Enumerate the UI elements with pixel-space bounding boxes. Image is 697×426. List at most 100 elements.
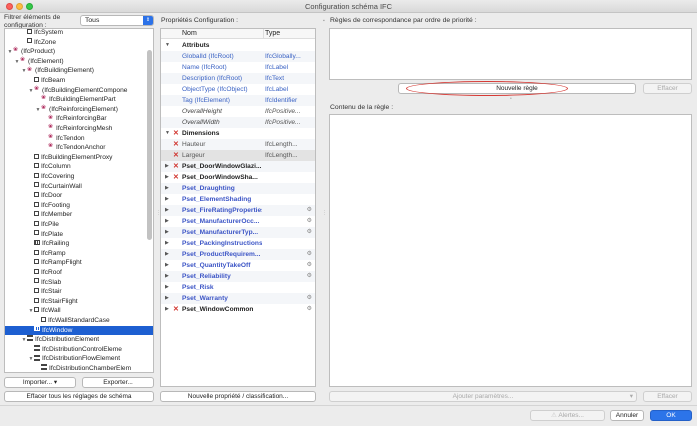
property-row[interactable]: ✕ Hauteur IfcLength... — [161, 139, 315, 150]
col-type-header[interactable]: Type — [265, 30, 280, 37]
new-property-button[interactable]: Nouvelle propriété / classification... — [160, 391, 316, 402]
tree-item[interactable]: IfcColumn — [5, 162, 71, 172]
disclosure-triangle-icon[interactable]: ▶ — [165, 249, 169, 260]
disclosure-triangle-icon[interactable]: ▼ — [165, 40, 170, 51]
property-row[interactable]: ▶ Pset_Risk — [161, 282, 315, 293]
disclosure-triangle-icon[interactable]: ▶ — [165, 238, 169, 249]
property-row[interactable]: ▶ ✕ Pset_DoorWindowSha... — [161, 172, 315, 183]
tree-item[interactable]: IfcRamp — [5, 249, 66, 259]
ok-button[interactable]: OK — [650, 410, 692, 421]
tree-item[interactable]: ❀ IfcBuildingElementPart — [5, 95, 116, 105]
property-row[interactable]: Description (IfcRoot) IfcText — [161, 73, 315, 84]
gear-icon[interactable]: ⚙ — [307, 260, 312, 271]
col-name-header[interactable]: Nom — [182, 30, 197, 37]
tree-item[interactable]: ▼❀ (IfcBuildingElement) — [5, 66, 95, 76]
properties-table[interactable]: Nom Type ▼ Attributs GlobalId (IfcRoot) Ifc… — [160, 28, 316, 387]
tree-scrollbar[interactable] — [147, 50, 152, 240]
gear-icon[interactable]: ⚙ — [307, 293, 312, 304]
add-parameters-button[interactable]: Ajouter paramètres... ▾ — [329, 391, 637, 402]
property-row[interactable]: OverallHeight IfcPositive... — [161, 106, 315, 117]
export-button[interactable]: Exporter... — [82, 377, 154, 388]
property-row[interactable]: ▶ Pset_Draughting — [161, 183, 315, 194]
tree-item[interactable]: IfcWallStandardCase — [5, 316, 110, 326]
tree-item[interactable]: IfcBeam — [5, 76, 65, 86]
tree-item[interactable]: ▼ IfcDistributionElement — [5, 335, 99, 345]
disclosure-triangle-icon[interactable]: ▶ — [165, 205, 169, 216]
tree-item[interactable]: ▼ IfcDistributionFlowElement — [5, 354, 120, 364]
gear-icon[interactable]: ⚙ — [307, 216, 312, 227]
property-row[interactable]: Name (IfcRoot) IfcLabel — [161, 62, 315, 73]
property-row[interactable]: Tag (IfcElement) IfcIdentifier — [161, 95, 315, 106]
tree-item[interactable]: ▼❀ (IfcReinforcingElement) — [5, 105, 118, 115]
tree-item[interactable]: IfcBuildingElementProxy — [5, 153, 112, 163]
tree-item[interactable]: IfcDoor — [5, 191, 62, 201]
alerts-button[interactable]: ⚠ Alertes... — [530, 410, 605, 421]
property-row[interactable]: ▶ Pset_ManufacturerTyp... ⚙ — [161, 227, 315, 238]
property-row[interactable]: ✕ Largeur IfcLength... — [161, 150, 315, 161]
tree-item[interactable]: ❀ IfcTendon — [5, 134, 85, 144]
disclosure-triangle-icon[interactable]: ▶ — [165, 216, 169, 227]
splitter-handle-icon-2[interactable]: ⋮ — [322, 210, 327, 216]
tree-item[interactable]: IfcPile — [5, 220, 59, 230]
tree-item[interactable]: IfcRampFlight — [5, 258, 82, 268]
cancel-button[interactable]: Annuler — [610, 410, 644, 421]
disclosure-triangle-icon[interactable]: ▶ — [165, 304, 169, 315]
tree-item[interactable]: IfcCurtainWall — [5, 182, 82, 192]
property-row[interactable]: ▶ ✕ Pset_DoorWindowGlazi... — [161, 161, 315, 172]
property-row[interactable]: ▶ Pset_ManufacturerOcc... ⚙ — [161, 216, 315, 227]
tree-item[interactable]: IfcPlate — [5, 230, 63, 240]
gear-icon[interactable]: ⚙ — [307, 205, 312, 216]
disclosure-triangle-icon[interactable]: ▶ — [165, 227, 169, 238]
delete-param-button[interactable]: Effacer — [643, 391, 692, 402]
tree-item[interactable]: IfcSystem — [5, 29, 63, 38]
gear-icon[interactable]: ⚙ — [307, 271, 312, 282]
tree-item[interactable]: ▼❀ (IfcBuildingElementCompone — [5, 86, 128, 96]
tree-item[interactable]: IfcStairFlight — [5, 297, 78, 307]
property-row[interactable]: ▶ Pset_QuantityTakeOff ⚙ — [161, 260, 315, 271]
disclosure-triangle-icon[interactable]: ▶ — [165, 271, 169, 282]
remove-icon[interactable]: ✕ — [173, 304, 179, 315]
tree-item[interactable]: IfcRoof — [5, 268, 62, 278]
tree-item[interactable]: IfcSlab — [5, 278, 61, 288]
tree-item[interactable]: IfcDistributionControlEleme — [5, 345, 122, 355]
disclosure-triangle-icon[interactable]: ▼ — [165, 128, 170, 139]
tree-item[interactable]: ▼ IfcWall — [5, 306, 61, 316]
property-row[interactable]: ObjectType (IfcObject) IfcLabel — [161, 84, 315, 95]
property-row[interactable]: ▶ Pset_Warranty ⚙ — [161, 293, 315, 304]
import-button[interactable]: Importer... ▾ — [4, 377, 76, 388]
tree-item[interactable]: ❀ IfcReinforcingBar — [5, 114, 107, 124]
property-row[interactable]: ▶ Pset_ElementShading — [161, 194, 315, 205]
disclosure-triangle-icon[interactable]: ▶ — [165, 194, 169, 205]
tree-item[interactable]: IfcWindow — [5, 325, 153, 336]
remove-icon[interactable]: ✕ — [173, 172, 179, 183]
property-row[interactable]: ▶ Pset_PackingInstructions — [161, 238, 315, 249]
disclosure-triangle-icon[interactable]: ▶ — [165, 260, 169, 271]
tree-item[interactable]: IfcStair — [5, 287, 62, 297]
tree-item[interactable]: IfcZone — [5, 38, 56, 48]
disclosure-triangle-icon[interactable]: ▶ — [165, 282, 169, 293]
delete-rule-button[interactable]: Effacer — [643, 83, 692, 94]
disclosure-triangle-icon[interactable]: ▶ — [165, 293, 169, 304]
remove-icon[interactable]: ✕ — [173, 161, 179, 172]
property-row[interactable]: GlobalId (IfcRoot) IfcGlobally... — [161, 51, 315, 62]
gear-icon[interactable]: ⚙ — [307, 304, 312, 315]
tree-item[interactable]: IfcDistributionChamberElem — [5, 364, 131, 372]
splitter-dot-icon[interactable]: • — [510, 96, 512, 102]
rules-list[interactable] — [329, 28, 692, 80]
clear-all-settings-button[interactable]: Effacer tous les réglages de schéma — [4, 391, 154, 402]
property-row[interactable]: ▶ Pset_Reliability ⚙ — [161, 271, 315, 282]
property-row[interactable]: OverallWidth IfcPositive... — [161, 117, 315, 128]
tree-item[interactable]: ▼❀ (IfcElement) — [5, 57, 64, 67]
disclosure-triangle-icon[interactable]: ▶ — [165, 183, 169, 194]
rule-content-area[interactable] — [329, 114, 692, 387]
gear-icon[interactable]: ⚙ — [307, 249, 312, 260]
tree-item[interactable]: ❀ IfcTendonAnchor — [5, 143, 106, 153]
remove-icon[interactable]: ✕ — [173, 139, 179, 150]
property-row[interactable]: ▶ ✕ Pset_WindowCommon ⚙ — [161, 304, 315, 315]
gear-icon[interactable]: ⚙ — [307, 227, 312, 238]
disclosure-triangle-icon[interactable]: ▶ — [165, 161, 169, 172]
tree-item[interactable]: ❀ IfcReinforcingMesh — [5, 124, 112, 134]
property-row[interactable]: ▶ Pset_ProductRequirem... ⚙ — [161, 249, 315, 260]
remove-icon[interactable]: ✕ — [173, 150, 179, 161]
element-tree[interactable]: IfcSystem IfcZone ▼❀ (IfcProduct) ▼❀ (IfcElem… — [4, 28, 154, 373]
